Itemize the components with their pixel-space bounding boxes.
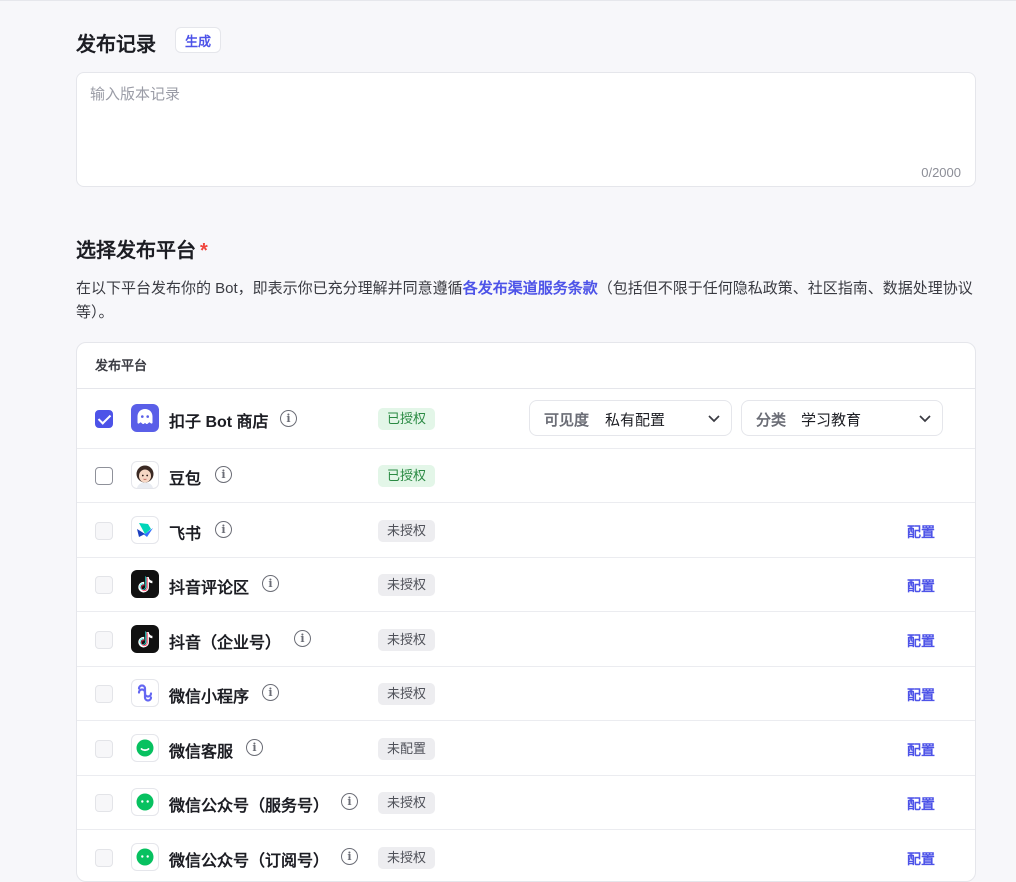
platform-row: 飞书 i 未授权 配置 [77, 503, 975, 558]
visibility-label: 可见度 [544, 412, 590, 429]
platform-row: 微信公众号（服务号） i 未授权 配置 [77, 776, 975, 830]
platform-row: 抖音（企业号） i 未授权 配置 [77, 612, 975, 667]
char-counter: 0/2000 [921, 165, 961, 180]
required-mark: * [200, 240, 208, 262]
platform-checkbox [95, 740, 113, 758]
top-divider [0, 0, 1016, 1]
configure-link[interactable]: 配置 [907, 849, 935, 869]
platform-table: 发布平台 扣子 Bot 商店 i 已授权 可见度 私有配置 分类 学习教育 豆包… [76, 342, 976, 882]
platform-checkbox[interactable] [95, 410, 113, 428]
terms-description: 在以下平台发布你的 Bot，即表示你已充分理解并同意遵循各发布渠道服务条款（包括… [76, 277, 981, 325]
configure-link[interactable]: 配置 [907, 522, 935, 542]
configure-link[interactable]: 配置 [907, 631, 935, 651]
category-value: 学习教育 [801, 412, 862, 429]
wechat-service-icon [131, 734, 159, 762]
platform-row: 微信小程序 i 未授权 配置 [77, 667, 975, 721]
platform-checkbox[interactable] [95, 467, 113, 485]
configure-link[interactable]: 配置 [907, 740, 935, 760]
platform-checkbox [95, 631, 113, 649]
info-icon[interactable]: i [246, 739, 263, 756]
coze-bot-icon [131, 404, 159, 432]
status-badge: 已授权 [378, 408, 436, 430]
status-badge: 未授权 [378, 629, 436, 651]
terms-link[interactable]: 各发布渠道服务条款 [463, 280, 598, 297]
info-icon[interactable]: i [215, 521, 232, 538]
status-badge: 已授权 [378, 465, 436, 487]
status-badge: 未授权 [378, 574, 436, 596]
platform-row: 微信公众号（订阅号） i 未授权 配置 [77, 830, 975, 881]
platform-checkbox [95, 685, 113, 703]
chevron-down-icon [919, 415, 931, 423]
platform-checkbox [95, 849, 113, 867]
platform-row: 抖音评论区 i 未授权 配置 [77, 558, 975, 612]
wechat-official-icon [131, 843, 159, 871]
wechat-official-icon [131, 788, 159, 816]
douyin-icon [131, 570, 159, 598]
platform-name: 微信小程序 [169, 689, 250, 706]
table-header: 发布平台 [77, 343, 975, 389]
status-badge: 未配置 [378, 738, 436, 760]
visibility-select[interactable]: 可见度 私有配置 [529, 400, 732, 436]
info-icon[interactable]: i [294, 630, 311, 647]
platform-row: 扣子 Bot 商店 i 已授权 可见度 私有配置 分类 学习教育 [77, 389, 975, 449]
platform-name: 微信客服 [169, 744, 234, 761]
platform-name: 飞书 [169, 526, 202, 543]
info-icon[interactable]: i [341, 848, 358, 865]
platform-row: 微信客服 i 未配置 配置 [77, 721, 975, 776]
feishu-icon [131, 516, 159, 544]
platform-checkbox [95, 576, 113, 594]
info-icon[interactable]: i [262, 684, 279, 701]
status-badge: 未授权 [378, 847, 436, 869]
platform-name: 抖音（企业号） [169, 635, 282, 652]
douyin-icon [131, 625, 159, 653]
configure-link[interactable]: 配置 [907, 576, 935, 596]
generate-button[interactable]: 生成 [175, 27, 221, 53]
configure-link[interactable]: 配置 [907, 685, 935, 705]
doubao-avatar-icon [131, 461, 159, 489]
chevron-down-icon [708, 415, 720, 423]
info-icon[interactable]: i [341, 793, 358, 810]
category-select[interactable]: 分类 学习教育 [741, 400, 943, 436]
platform-name: 扣子 Bot 商店 [169, 414, 269, 431]
configure-link[interactable]: 配置 [907, 794, 935, 814]
platform-checkbox [95, 794, 113, 812]
platform-name: 豆包 [169, 471, 202, 488]
wechat-miniprogram-icon [131, 679, 159, 707]
visibility-value: 私有配置 [605, 412, 666, 429]
platform-section-title: 选择发布平台 * [76, 234, 208, 263]
platform-section-title-text: 选择发布平台 [76, 240, 196, 262]
info-icon[interactable]: i [280, 410, 297, 427]
release-notes-input[interactable] [77, 73, 975, 186]
platform-name: 微信公众号（服务号） [169, 798, 330, 815]
category-label: 分类 [756, 412, 787, 429]
status-badge: 未授权 [378, 520, 436, 542]
platform-name: 微信公众号（订阅号） [169, 853, 330, 870]
info-icon[interactable]: i [215, 466, 232, 483]
status-badge: 未授权 [378, 792, 436, 814]
release-notes-title: 发布记录 [76, 34, 156, 56]
release-notes-box: 0/2000 [76, 72, 976, 187]
platform-row: 豆包 i 已授权 [77, 449, 975, 503]
terms-description-before: 在以下平台发布你的 Bot，即表示你已充分理解并同意遵循 [76, 280, 463, 297]
info-icon[interactable]: i [262, 575, 279, 592]
platform-name: 抖音评论区 [169, 580, 250, 597]
platform-checkbox [95, 522, 113, 540]
status-badge: 未授权 [378, 683, 436, 705]
